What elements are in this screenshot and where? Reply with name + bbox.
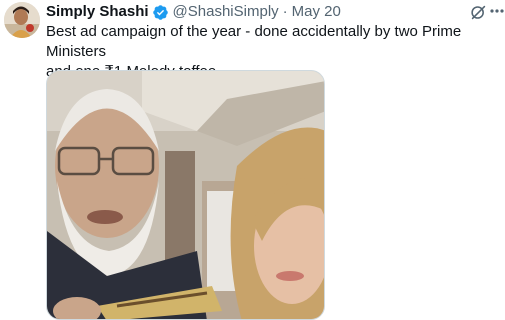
- post-date[interactable]: May 20: [292, 2, 341, 22]
- avatar[interactable]: [4, 2, 40, 38]
- tweet-text-line-1: Best ad campaign of the year - done acci…: [46, 23, 462, 60]
- separator-dot: ·: [282, 3, 288, 20]
- more-options-icon[interactable]: [489, 2, 505, 20]
- post-header: Simply Shashi @ShashiSimply · May 20: [46, 2, 465, 22]
- verified-badge-icon: [152, 4, 169, 21]
- display-name[interactable]: Simply Shashi: [46, 2, 149, 22]
- media-video[interactable]: [46, 70, 325, 320]
- avatar-image: [4, 2, 40, 38]
- grok-icon[interactable]: [470, 4, 487, 21]
- user-handle[interactable]: @ShashiSimply: [173, 2, 279, 22]
- video-thumbnail: [47, 71, 324, 319]
